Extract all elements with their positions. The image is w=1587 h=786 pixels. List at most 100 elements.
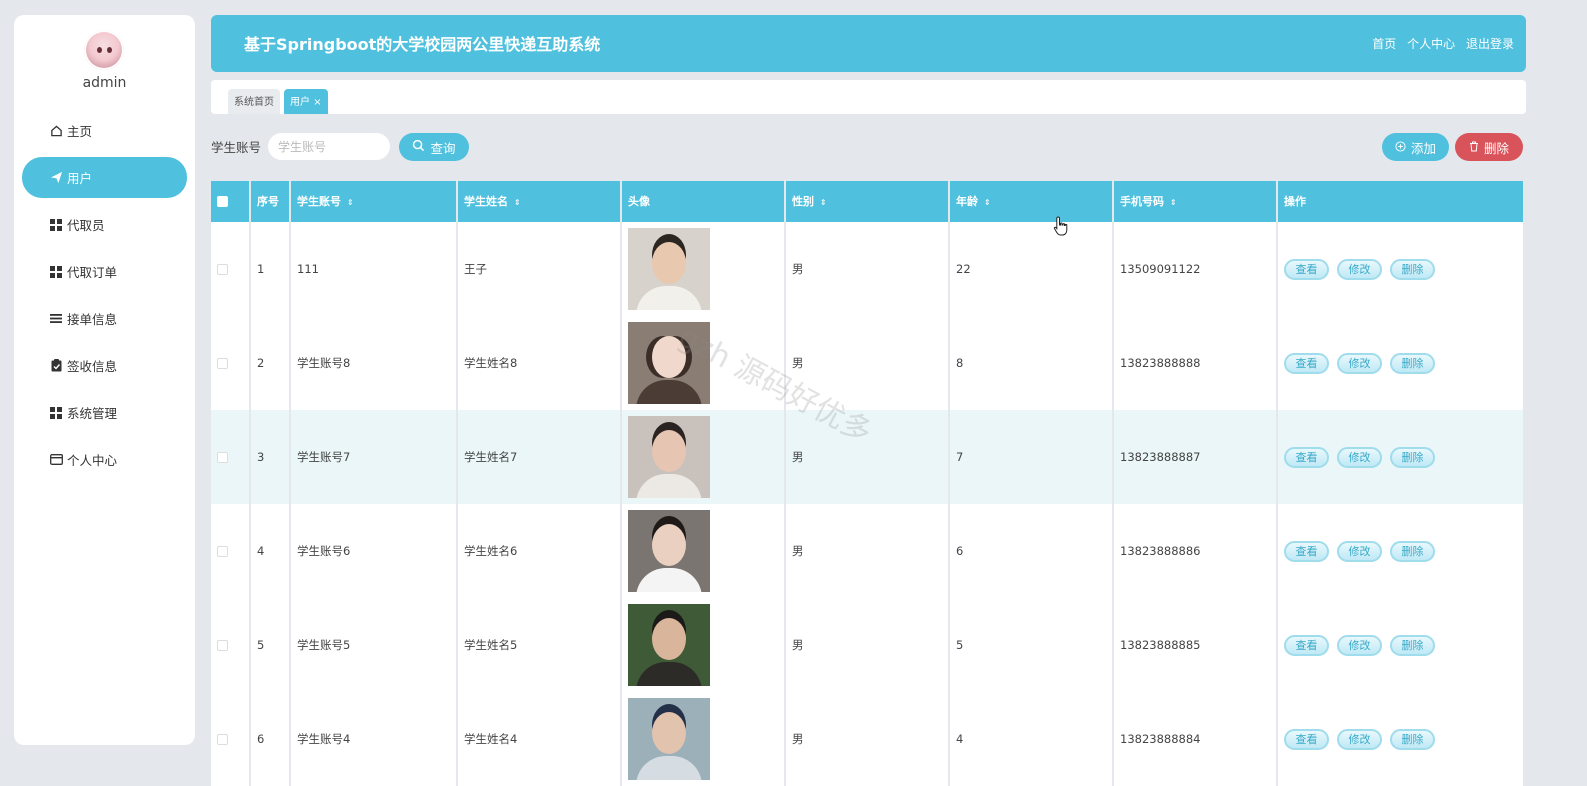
- sidebar-item-orders[interactable]: 代取订单: [22, 251, 187, 292]
- cell-avatar: [622, 316, 786, 410]
- hand-cursor-icon: [1053, 216, 1069, 240]
- row-delete-button[interactable]: 删除: [1390, 634, 1435, 656]
- view-button[interactable]: 查看: [1284, 634, 1329, 656]
- table-row: 6 学生账号4 学生姓名4 男 4 13823888884 查看 修改 删除: [211, 692, 1523, 786]
- search-icon: [412, 139, 425, 155]
- search-input[interactable]: [268, 133, 390, 160]
- avatar[interactable]: [84, 30, 124, 70]
- cell-index: 1: [251, 222, 291, 316]
- row-checkbox[interactable]: [217, 639, 228, 651]
- header-link-logout[interactable]: 退出登录: [1466, 37, 1514, 51]
- users-table: 序号 学生账号 ⇕ 学生姓名 ⇕ 头像 性别 ⇕ 年龄 ⇕ 手机号码 ⇕ 操作 1 111…: [211, 181, 1523, 786]
- search-button[interactable]: 查询: [399, 133, 469, 161]
- sidebar-item-label: 用户: [67, 171, 93, 186]
- cell-name: 学生姓名4: [458, 692, 622, 786]
- sidebar-item-system[interactable]: 系统管理: [22, 392, 187, 433]
- view-button[interactable]: 查看: [1284, 352, 1329, 374]
- search-label: 学生账号: [211, 140, 262, 155]
- sort-icon[interactable]: ⇕: [820, 198, 827, 207]
- edit-button[interactable]: 修改: [1337, 352, 1382, 374]
- sidebar-item-couriers[interactable]: 代取员: [22, 204, 187, 245]
- row-delete-button[interactable]: 删除: [1390, 728, 1435, 750]
- row-select-cell: [211, 692, 251, 786]
- col-actions: 操作: [1284, 195, 1306, 208]
- sort-icon[interactable]: ⇕: [514, 198, 521, 207]
- trash-icon: [1469, 140, 1479, 155]
- cell-phone: 13823888886: [1114, 504, 1278, 598]
- cell-account: 学生账号4: [291, 692, 458, 786]
- row-delete-button[interactable]: 删除: [1390, 446, 1435, 468]
- cell-actions: 查看 修改 删除: [1278, 692, 1523, 786]
- avatar-image[interactable]: [628, 228, 710, 310]
- sidebar-item-label: 主页: [67, 124, 93, 139]
- grid-icon: [49, 406, 63, 420]
- col-label: 性别: [792, 195, 814, 208]
- header-link-profile[interactable]: 个人中心: [1407, 37, 1455, 51]
- col-name[interactable]: 学生姓名 ⇕: [458, 181, 622, 222]
- edit-button[interactable]: 修改: [1337, 258, 1382, 280]
- sort-icon[interactable]: ⇕: [1170, 198, 1177, 207]
- sidebar-item-signed[interactable]: 签收信息: [22, 345, 187, 386]
- row-checkbox[interactable]: [217, 263, 228, 275]
- row-delete-button[interactable]: 删除: [1390, 540, 1435, 562]
- avatar-image[interactable]: [628, 322, 710, 404]
- plus-circle-icon: [1395, 140, 1406, 155]
- table-row: 3 学生账号7 学生姓名7 男 7 13823888887 查看 修改 删除: [211, 410, 1523, 504]
- select-all-cell: [211, 181, 251, 222]
- cell-avatar: [622, 504, 786, 598]
- header-link-home[interactable]: 首页: [1372, 37, 1396, 51]
- col-account[interactable]: 学生账号 ⇕: [291, 181, 458, 222]
- row-checkbox[interactable]: [217, 733, 228, 745]
- view-button[interactable]: 查看: [1284, 728, 1329, 750]
- row-checkbox[interactable]: [217, 545, 228, 557]
- sidebar: admin 主页 用户 代取员 代取订单 接单信息 签收信息 系统管理 个人中心: [14, 15, 195, 745]
- sidebar-item-label: 个人中心: [67, 453, 118, 468]
- edit-button[interactable]: 修改: [1337, 446, 1382, 468]
- row-select-cell: [211, 222, 251, 316]
- sidebar-item-users[interactable]: 用户: [22, 157, 187, 198]
- row-delete-button[interactable]: 删除: [1390, 352, 1435, 374]
- edit-button[interactable]: 修改: [1337, 540, 1382, 562]
- header-links: 首页 个人中心 退出登录: [1365, 15, 1514, 73]
- sidebar-item-accepted[interactable]: 接单信息: [22, 298, 187, 339]
- edit-button[interactable]: 修改: [1337, 634, 1382, 656]
- cell-age: 22: [950, 222, 1114, 316]
- cell-name: 学生姓名7: [458, 410, 622, 504]
- view-button[interactable]: 查看: [1284, 540, 1329, 562]
- table-row: 2 学生账号8 学生姓名8 男 8 13823888888 查看 修改 删除: [211, 316, 1523, 410]
- cell-avatar: [622, 692, 786, 786]
- row-delete-button[interactable]: 删除: [1390, 258, 1435, 280]
- cell-age: 6: [950, 504, 1114, 598]
- avatar-image[interactable]: [628, 416, 710, 498]
- sort-icon[interactable]: ⇕: [984, 198, 991, 207]
- col-avatar: 头像: [622, 181, 786, 222]
- row-checkbox[interactable]: [217, 451, 228, 463]
- cell-phone: 13823888884: [1114, 692, 1278, 786]
- col-gender[interactable]: 性别 ⇕: [786, 181, 950, 222]
- tab-home[interactable]: 系统首页: [228, 89, 280, 114]
- view-button[interactable]: 查看: [1284, 446, 1329, 468]
- view-button[interactable]: 查看: [1284, 258, 1329, 280]
- delete-button-label: 删除: [1483, 140, 1509, 156]
- avatar-image[interactable]: [628, 604, 710, 686]
- cell-actions: 查看 修改 删除: [1278, 504, 1523, 598]
- avatar-image[interactable]: [628, 698, 710, 780]
- delete-button[interactable]: 删除: [1455, 133, 1523, 161]
- sort-icon[interactable]: ⇕: [347, 198, 354, 207]
- sidebar-item-home[interactable]: 主页: [22, 110, 187, 151]
- row-checkbox[interactable]: [217, 357, 228, 369]
- edit-button[interactable]: 修改: [1337, 728, 1382, 750]
- cell-account: 111: [291, 222, 458, 316]
- cell-account: 学生账号6: [291, 504, 458, 598]
- cell-account: 学生账号8: [291, 316, 458, 410]
- avatar-image[interactable]: [628, 510, 710, 592]
- close-icon[interactable]: ×: [313, 97, 321, 108]
- cell-actions: 查看 修改 删除: [1278, 222, 1523, 316]
- tab-users[interactable]: 用户 ×: [284, 89, 328, 114]
- select-all-checkbox[interactable]: [217, 196, 228, 207]
- col-phone[interactable]: 手机号码 ⇕: [1114, 181, 1278, 222]
- add-button[interactable]: 添加: [1382, 133, 1449, 161]
- row-select-cell: [211, 410, 251, 504]
- col-age[interactable]: 年龄 ⇕: [950, 181, 1114, 222]
- sidebar-item-profile[interactable]: 个人中心: [22, 439, 187, 480]
